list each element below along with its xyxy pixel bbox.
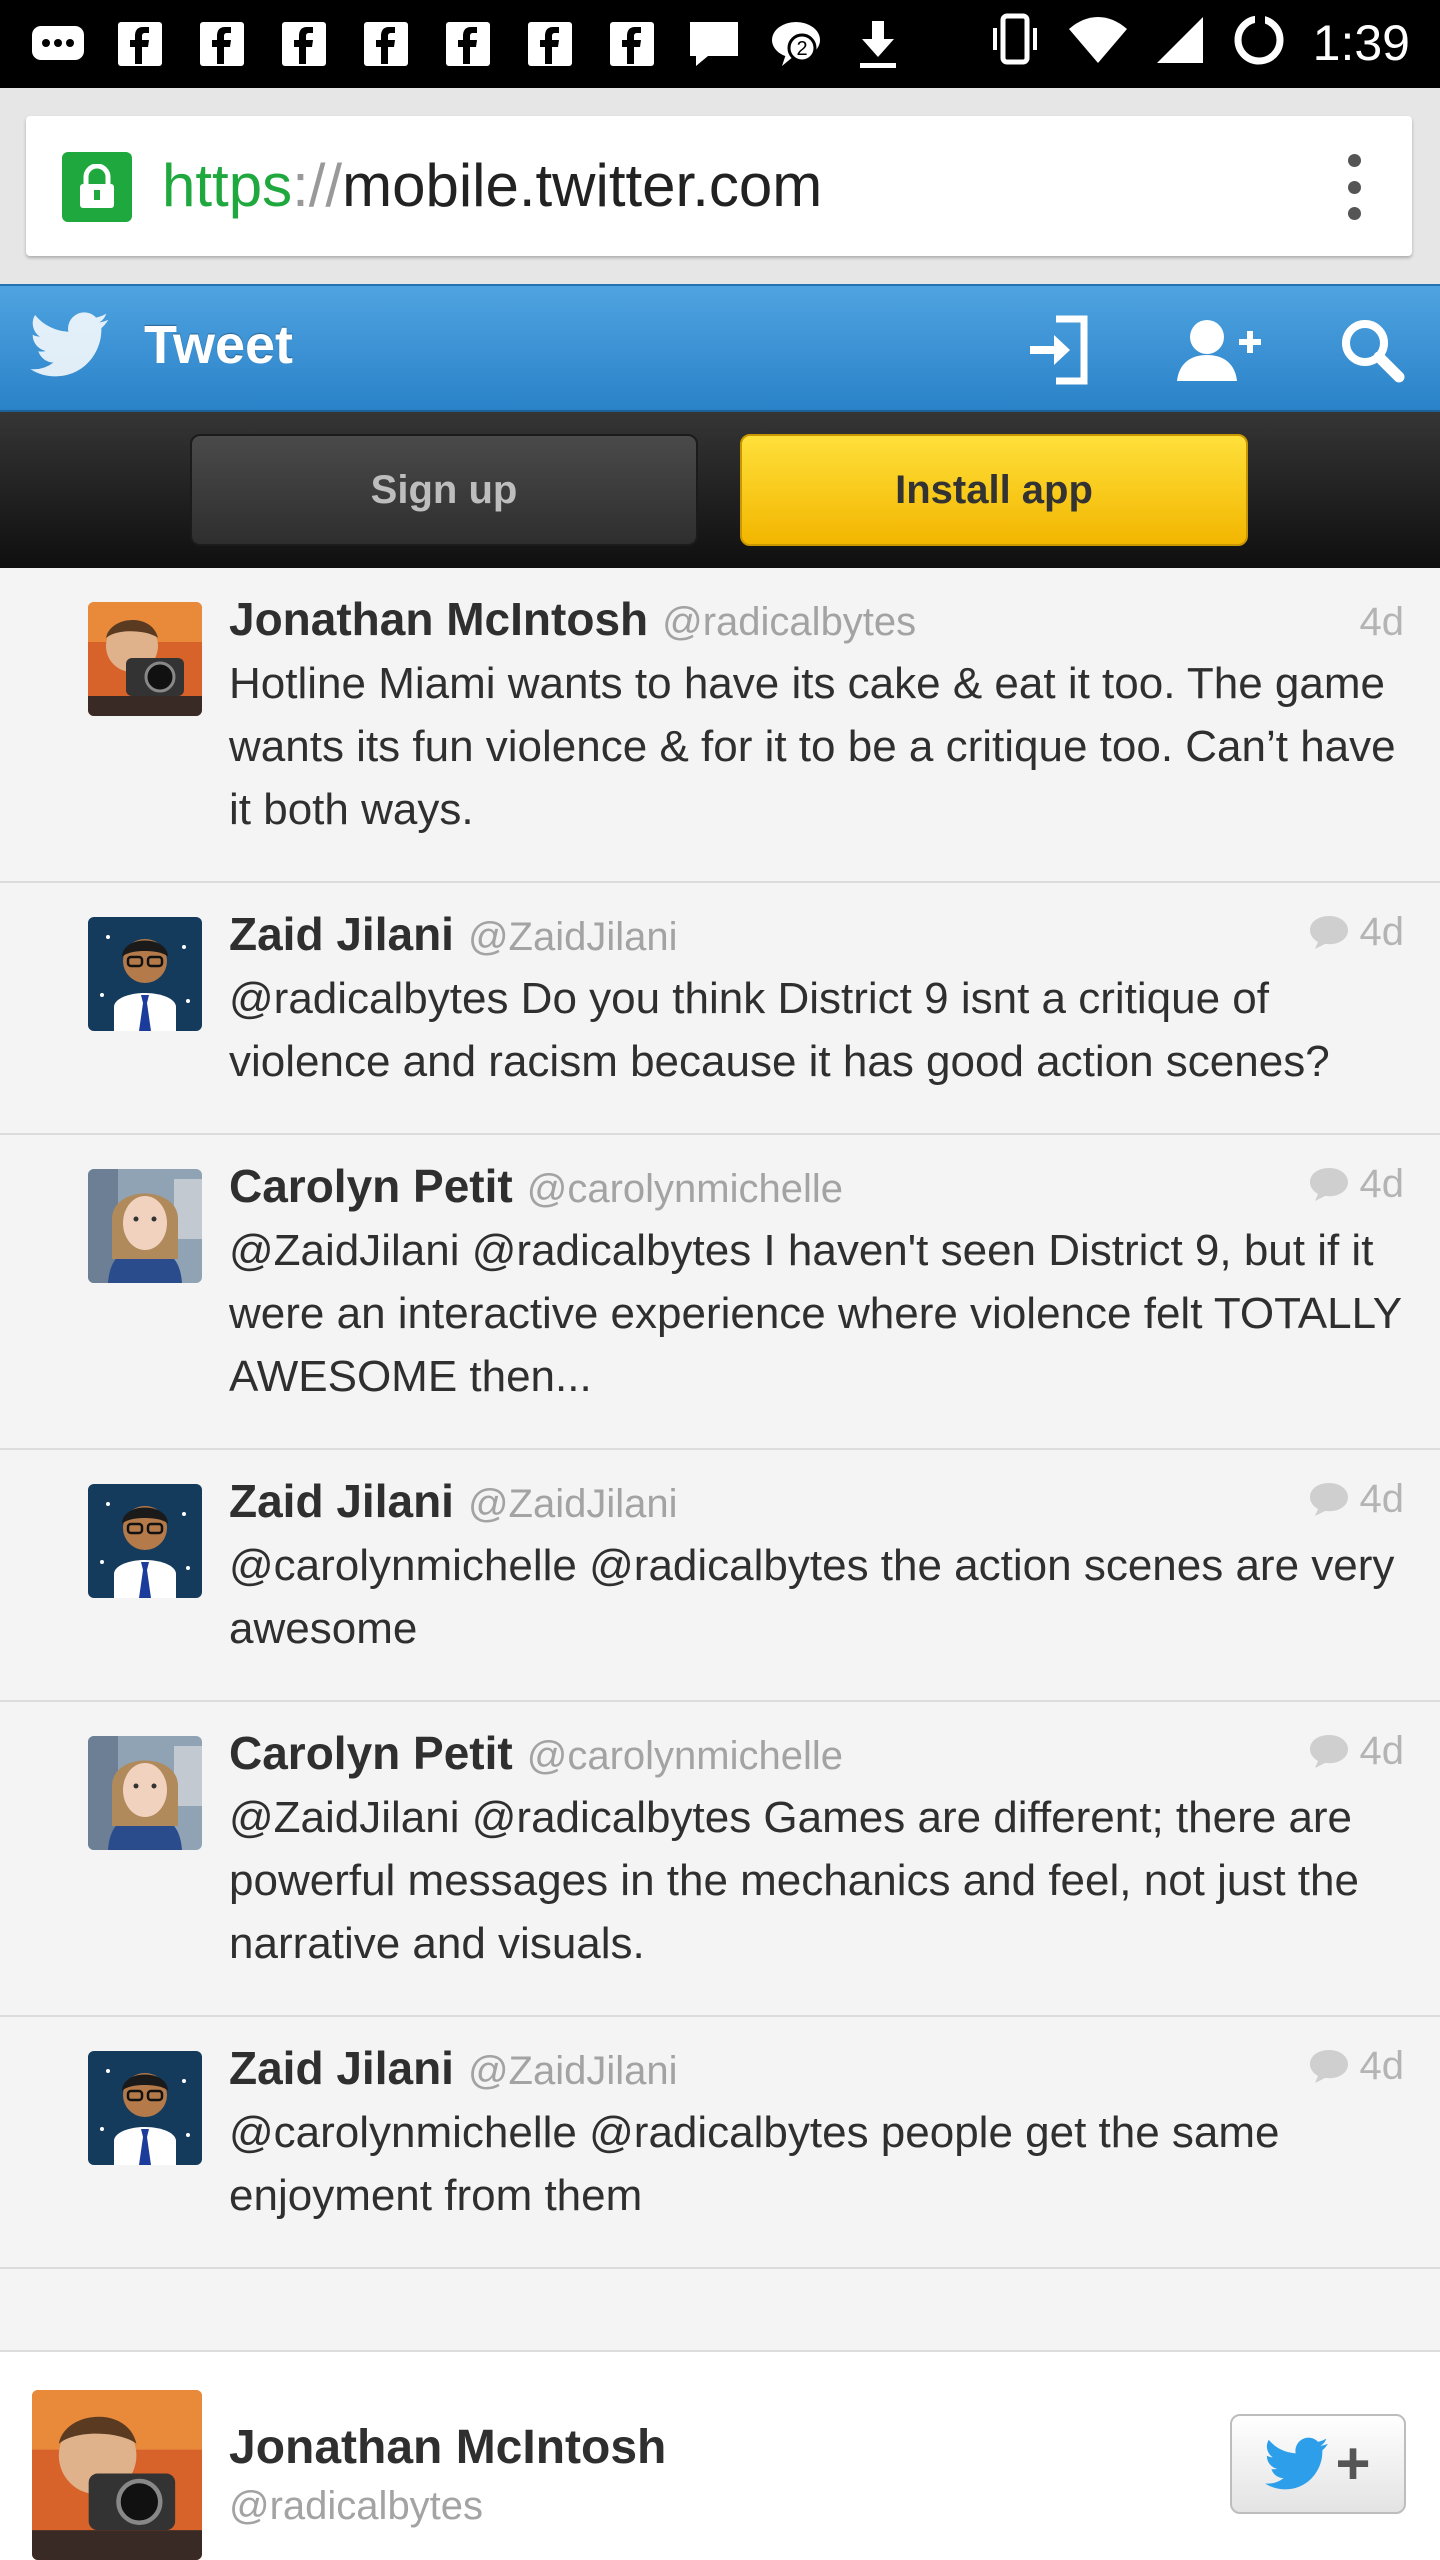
profile-handle[interactable]: @radicalbytes <box>229 2484 483 2529</box>
wifi-icon <box>1067 15 1129 70</box>
reply-bubble-icon <box>1309 916 1348 949</box>
messages-icon <box>30 18 86 70</box>
reply-bubble-icon <box>1309 2050 1348 2083</box>
add-user-icon <box>1177 320 1261 381</box>
download-icon <box>850 18 906 70</box>
sync-icon <box>1231 12 1287 73</box>
sign-in-button[interactable] <box>1012 308 1104 392</box>
tweet-timestamp[interactable]: 4d <box>1360 2044 1405 2089</box>
browser-toolbar: https://mobile.twitter.com <box>0 88 1440 284</box>
tweet-text: Hotline Miami wants to have its cake & e… <box>229 659 1396 834</box>
tweet-author-handle[interactable]: @carolynmichelle <box>527 1734 843 1779</box>
browser-menu-icon[interactable] <box>1346 154 1362 220</box>
tweet-author-handle[interactable]: @radicalbytes <box>662 600 916 645</box>
facebook-icon <box>604 18 660 70</box>
tweet-author-name[interactable]: Zaid Jilani <box>229 2041 454 2095</box>
add-user-button[interactable] <box>1172 308 1264 392</box>
reply-bubble-icon <box>1309 1735 1348 1768</box>
tweet-author-name[interactable]: Jonathan McIntosh <box>229 592 648 646</box>
sign-up-button[interactable]: Sign up <box>190 434 698 546</box>
tweet-author-handle[interactable]: @carolynmichelle <box>527 1167 843 1212</box>
sign-in-icon <box>1030 315 1088 385</box>
tweet-text: @carolynmichelle @radicalbytes the actio… <box>229 1541 1395 1653</box>
lock-icon[interactable] <box>62 152 132 222</box>
url-scheme: https <box>162 152 293 219</box>
tweet-text: @ZaidJilani @radicalbytes Games are diff… <box>229 1793 1359 1968</box>
chat-icon <box>686 18 742 70</box>
signal-icon <box>1155 15 1205 70</box>
page-title: Tweet <box>144 315 294 375</box>
clock: 1:39 <box>1312 14 1410 71</box>
tweet-timestamp[interactable]: 4d <box>1360 1162 1405 1207</box>
avatar[interactable] <box>88 1736 202 1850</box>
avatar[interactable] <box>88 2051 202 2165</box>
facebook-icon <box>522 18 578 70</box>
tweet-timestamp[interactable]: 4d <box>1360 600 1405 645</box>
url-host: mobile.twitter.com <box>342 152 823 219</box>
system-indicators: 1:39 <box>989 12 1410 73</box>
avatar[interactable] <box>88 917 202 1031</box>
notification-count: 2 <box>796 38 807 60</box>
follow-plus-label: + <box>1335 2430 1371 2497</box>
twitter-bird-icon <box>1265 2437 1329 2490</box>
tweet[interactable]: Carolyn Petit @carolynmichelle 4d @ZaidJ… <box>0 1135 1440 1450</box>
facebook-icon <box>276 18 332 70</box>
tweet-text: @radicalbytes Do you think District 9 is… <box>229 974 1330 1086</box>
avatar[interactable] <box>88 602 202 716</box>
tweet-timestamp[interactable]: 4d <box>1360 1477 1405 1522</box>
tweet-timestamp[interactable]: 4d <box>1360 1729 1405 1774</box>
tweet-author-handle[interactable]: @ZaidJilani <box>468 2049 678 2094</box>
facebook-icon <box>440 18 496 70</box>
search-button[interactable] <box>1326 308 1418 392</box>
search-icon <box>1342 320 1405 383</box>
facebook-icon <box>194 18 250 70</box>
tweet-author-name[interactable]: Zaid Jilani <box>229 1474 454 1528</box>
status-bar: 2 1:39 <box>0 0 1440 88</box>
address-bar[interactable]: https://mobile.twitter.com <box>26 116 1412 256</box>
install-app-button[interactable]: Install app <box>740 434 1248 546</box>
tweet-author-name[interactable]: Zaid Jilani <box>229 907 454 961</box>
tweet-author-name[interactable]: Carolyn Petit <box>229 1159 513 1213</box>
profile-card[interactable]: Jonathan McIntosh @radicalbytes + <box>0 2350 1440 2560</box>
facebook-icon <box>358 18 414 70</box>
notification-icons: 2 <box>30 18 906 70</box>
reply-bubble-icon <box>1309 1168 1348 1201</box>
profile-name[interactable]: Jonathan McIntosh <box>229 2420 666 2475</box>
twitter-bird-icon[interactable] <box>30 312 110 382</box>
tweet-author-handle[interactable]: @ZaidJilani <box>468 915 678 960</box>
cta-bar: Sign up Install app <box>0 412 1440 568</box>
tweet-timestamp[interactable]: 4d <box>1360 910 1405 955</box>
facebook-icon <box>112 18 168 70</box>
tweet-text: @carolynmichelle @radicalbytes people ge… <box>229 2108 1280 2220</box>
conversation-list: Jonathan McIntosh @radicalbytes 4d Hotli… <box>0 568 1440 2269</box>
reply-bubble-icon <box>1309 1483 1348 1516</box>
tweet[interactable]: Zaid Jilani @ZaidJilani 4d @carolynmiche… <box>0 1450 1440 1702</box>
tweet[interactable]: Jonathan McIntosh @radicalbytes 4d Hotli… <box>0 568 1440 883</box>
tweet[interactable]: Zaid Jilani @ZaidJilani 4d @carolynmiche… <box>0 2017 1440 2269</box>
tweet[interactable]: Zaid Jilani @ZaidJilani 4d @radicalbytes… <box>0 883 1440 1135</box>
tweet[interactable]: Carolyn Petit @carolynmichelle 4d @ZaidJ… <box>0 1702 1440 2017</box>
twitter-header: Tweet <box>0 284 1440 412</box>
avatar[interactable] <box>88 1169 202 1283</box>
url-text[interactable]: https://mobile.twitter.com <box>162 146 822 226</box>
avatar[interactable] <box>88 1484 202 1598</box>
tweet-author-name[interactable]: Carolyn Petit <box>229 1726 513 1780</box>
url-separator: :// <box>292 152 343 219</box>
tweet-text: @ZaidJilani @radicalbytes I haven't seen… <box>229 1226 1402 1401</box>
hangouts-icon: 2 <box>768 18 824 70</box>
follow-button[interactable]: + <box>1230 2414 1406 2514</box>
vibrate-icon <box>989 12 1041 73</box>
tweet-author-handle[interactable]: @ZaidJilani <box>468 1482 678 1527</box>
profile-avatar[interactable] <box>32 2390 202 2560</box>
